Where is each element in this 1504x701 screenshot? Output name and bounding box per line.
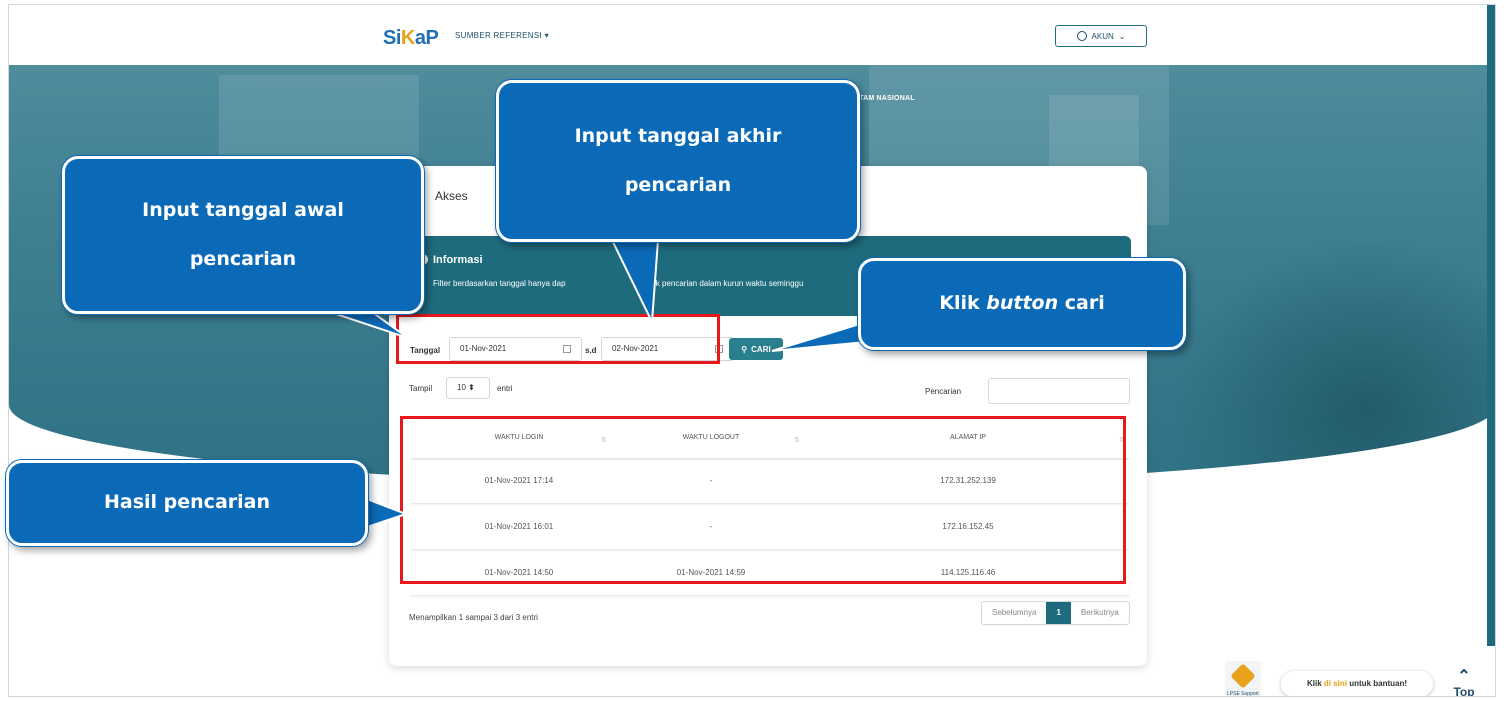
scrollbar[interactable]: [1487, 5, 1495, 646]
tail-cari: [771, 320, 867, 352]
callout-text: button: [986, 292, 1059, 315]
callout-text: Input tanggal akhir: [574, 124, 782, 147]
callout-text: pencarian: [624, 174, 732, 196]
callout-klik-cari: Klik button cari: [858, 258, 1186, 350]
callout-text: cari: [1058, 292, 1105, 315]
callout-tanggal-akhir: Input tanggal akhir pencarian: [496, 80, 860, 242]
callout-hasil-pencarian: Hasil pencarian: [6, 460, 368, 546]
callout-text: Input tanggal awal: [142, 198, 344, 221]
tail-akhir: [610, 239, 660, 326]
callout-tanggal-awal: Input tanggal awal pencarian: [62, 156, 424, 314]
callout-text: pencarian: [189, 248, 297, 270]
tail-awal: [329, 311, 409, 339]
tail-hasil: [363, 496, 409, 530]
callout-text: Hasil pencarian: [104, 491, 270, 514]
callout-text: Klik: [939, 292, 987, 315]
